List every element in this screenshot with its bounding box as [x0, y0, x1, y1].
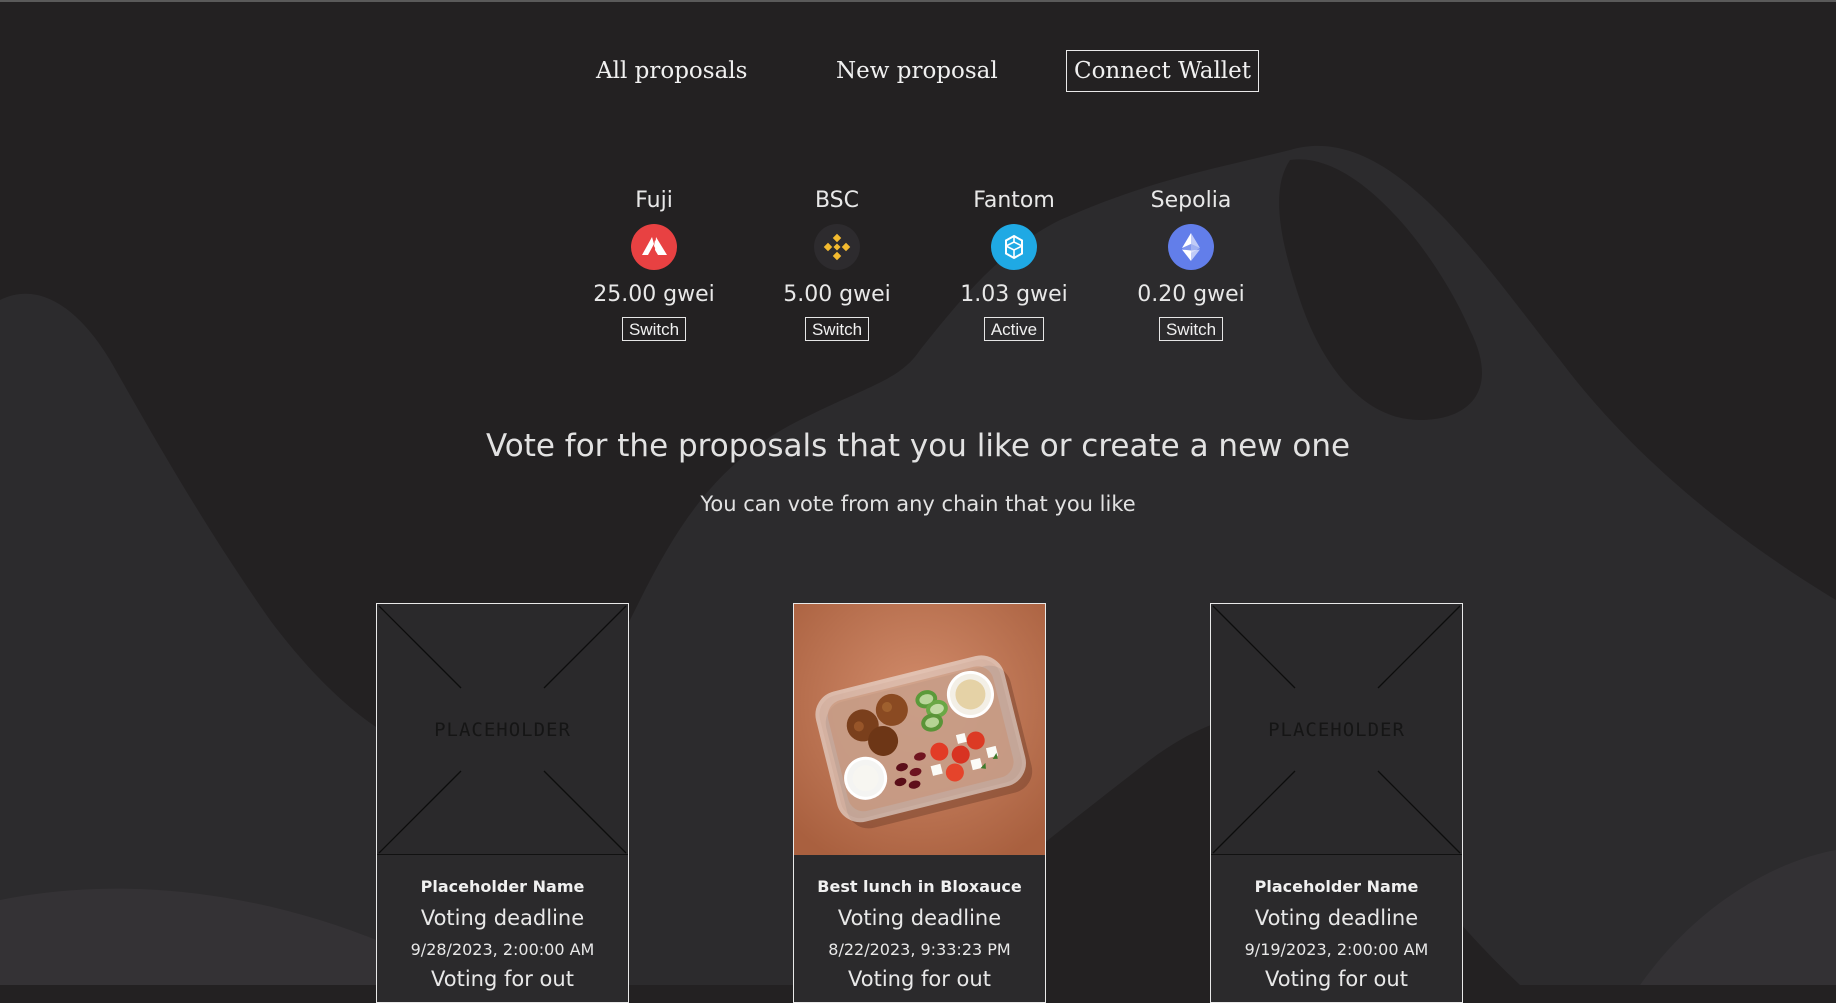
placeholder-label: PLACEHOLDER: [434, 719, 571, 741]
switch-chain-button[interactable]: Switch: [1158, 317, 1224, 341]
voting-deadline-value: 9/28/2023, 2:00:00 AM: [410, 940, 595, 959]
voting-deadline-label: Voting deadline: [1254, 906, 1419, 930]
bnb-icon: [814, 224, 860, 270]
chain-fuji: Fuji 25.00 gwei Switch: [574, 186, 734, 341]
active-chain-button[interactable]: Active: [983, 317, 1045, 341]
chain-name: BSC: [814, 188, 860, 213]
chain-name: Fuji: [635, 188, 673, 213]
chain-gas-price: 5.00 gwei: [783, 282, 891, 307]
ethereum-icon: [1168, 224, 1214, 270]
chain-name: Sepolia: [1150, 188, 1232, 213]
nav-all-proposals[interactable]: All proposals: [596, 58, 747, 84]
page-title: Vote for the proposals that you like or …: [485, 428, 1351, 464]
proposal-name: Placeholder Name: [1254, 877, 1419, 896]
chain-name: Fantom: [973, 188, 1055, 213]
chain-gas-price: 25.00 gwei: [593, 282, 715, 307]
proposal-card[interactable]: PLACEHOLDER Placeholder Name Voting dead…: [376, 603, 629, 1003]
chain-fantom: Fantom 1.03 gwei Active: [934, 186, 1094, 341]
placeholder-label: PLACEHOLDER: [1268, 719, 1405, 741]
nav-new-proposal[interactable]: New proposal: [836, 58, 998, 84]
chain-gas-price: 0.20 gwei: [1137, 282, 1245, 307]
placeholder-image: PLACEHOLDER: [377, 604, 628, 855]
switch-chain-button[interactable]: Switch: [621, 317, 687, 341]
chain-gas-price: 1.03 gwei: [960, 282, 1068, 307]
fantom-icon: [991, 224, 1037, 270]
proposal-name: Placeholder Name: [420, 877, 585, 896]
voting-deadline-value: 9/19/2023, 2:00:00 AM: [1244, 940, 1429, 959]
switch-chain-button[interactable]: Switch: [804, 317, 870, 341]
voting-deadline-label: Voting deadline: [837, 906, 1002, 930]
voting-deadline-value: 8/22/2023, 9:33:23 PM: [828, 940, 1011, 959]
avalanche-icon: [631, 224, 677, 270]
top-nav: All proposals New proposal Connect Walle…: [0, 50, 1836, 96]
voting-deadline-label: Voting deadline: [420, 906, 585, 930]
voting-info: Voting for out: [431, 967, 574, 991]
proposal-card[interactable]: PLACEHOLDER Placeholder Name Voting dead…: [1210, 603, 1463, 1003]
proposal-name: Best lunch in Bloxauce: [817, 877, 1022, 896]
chain-bsc: BSC 5.00 gwei Switch: [757, 186, 917, 341]
placeholder-image: PLACEHOLDER: [1211, 604, 1462, 855]
connect-wallet-button[interactable]: Connect Wallet: [1066, 50, 1259, 92]
meal-prep-photo: [794, 604, 1045, 855]
proposal-card[interactable]: Best lunch in Bloxauce Voting deadline 8…: [793, 603, 1046, 1003]
voting-info: Voting for out: [1265, 967, 1408, 991]
page-subtitle: You can vote from any chain that you lik…: [700, 492, 1136, 516]
chain-sepolia: Sepolia 0.20 gwei Switch: [1111, 186, 1271, 341]
voting-info: Voting for out: [848, 967, 991, 991]
